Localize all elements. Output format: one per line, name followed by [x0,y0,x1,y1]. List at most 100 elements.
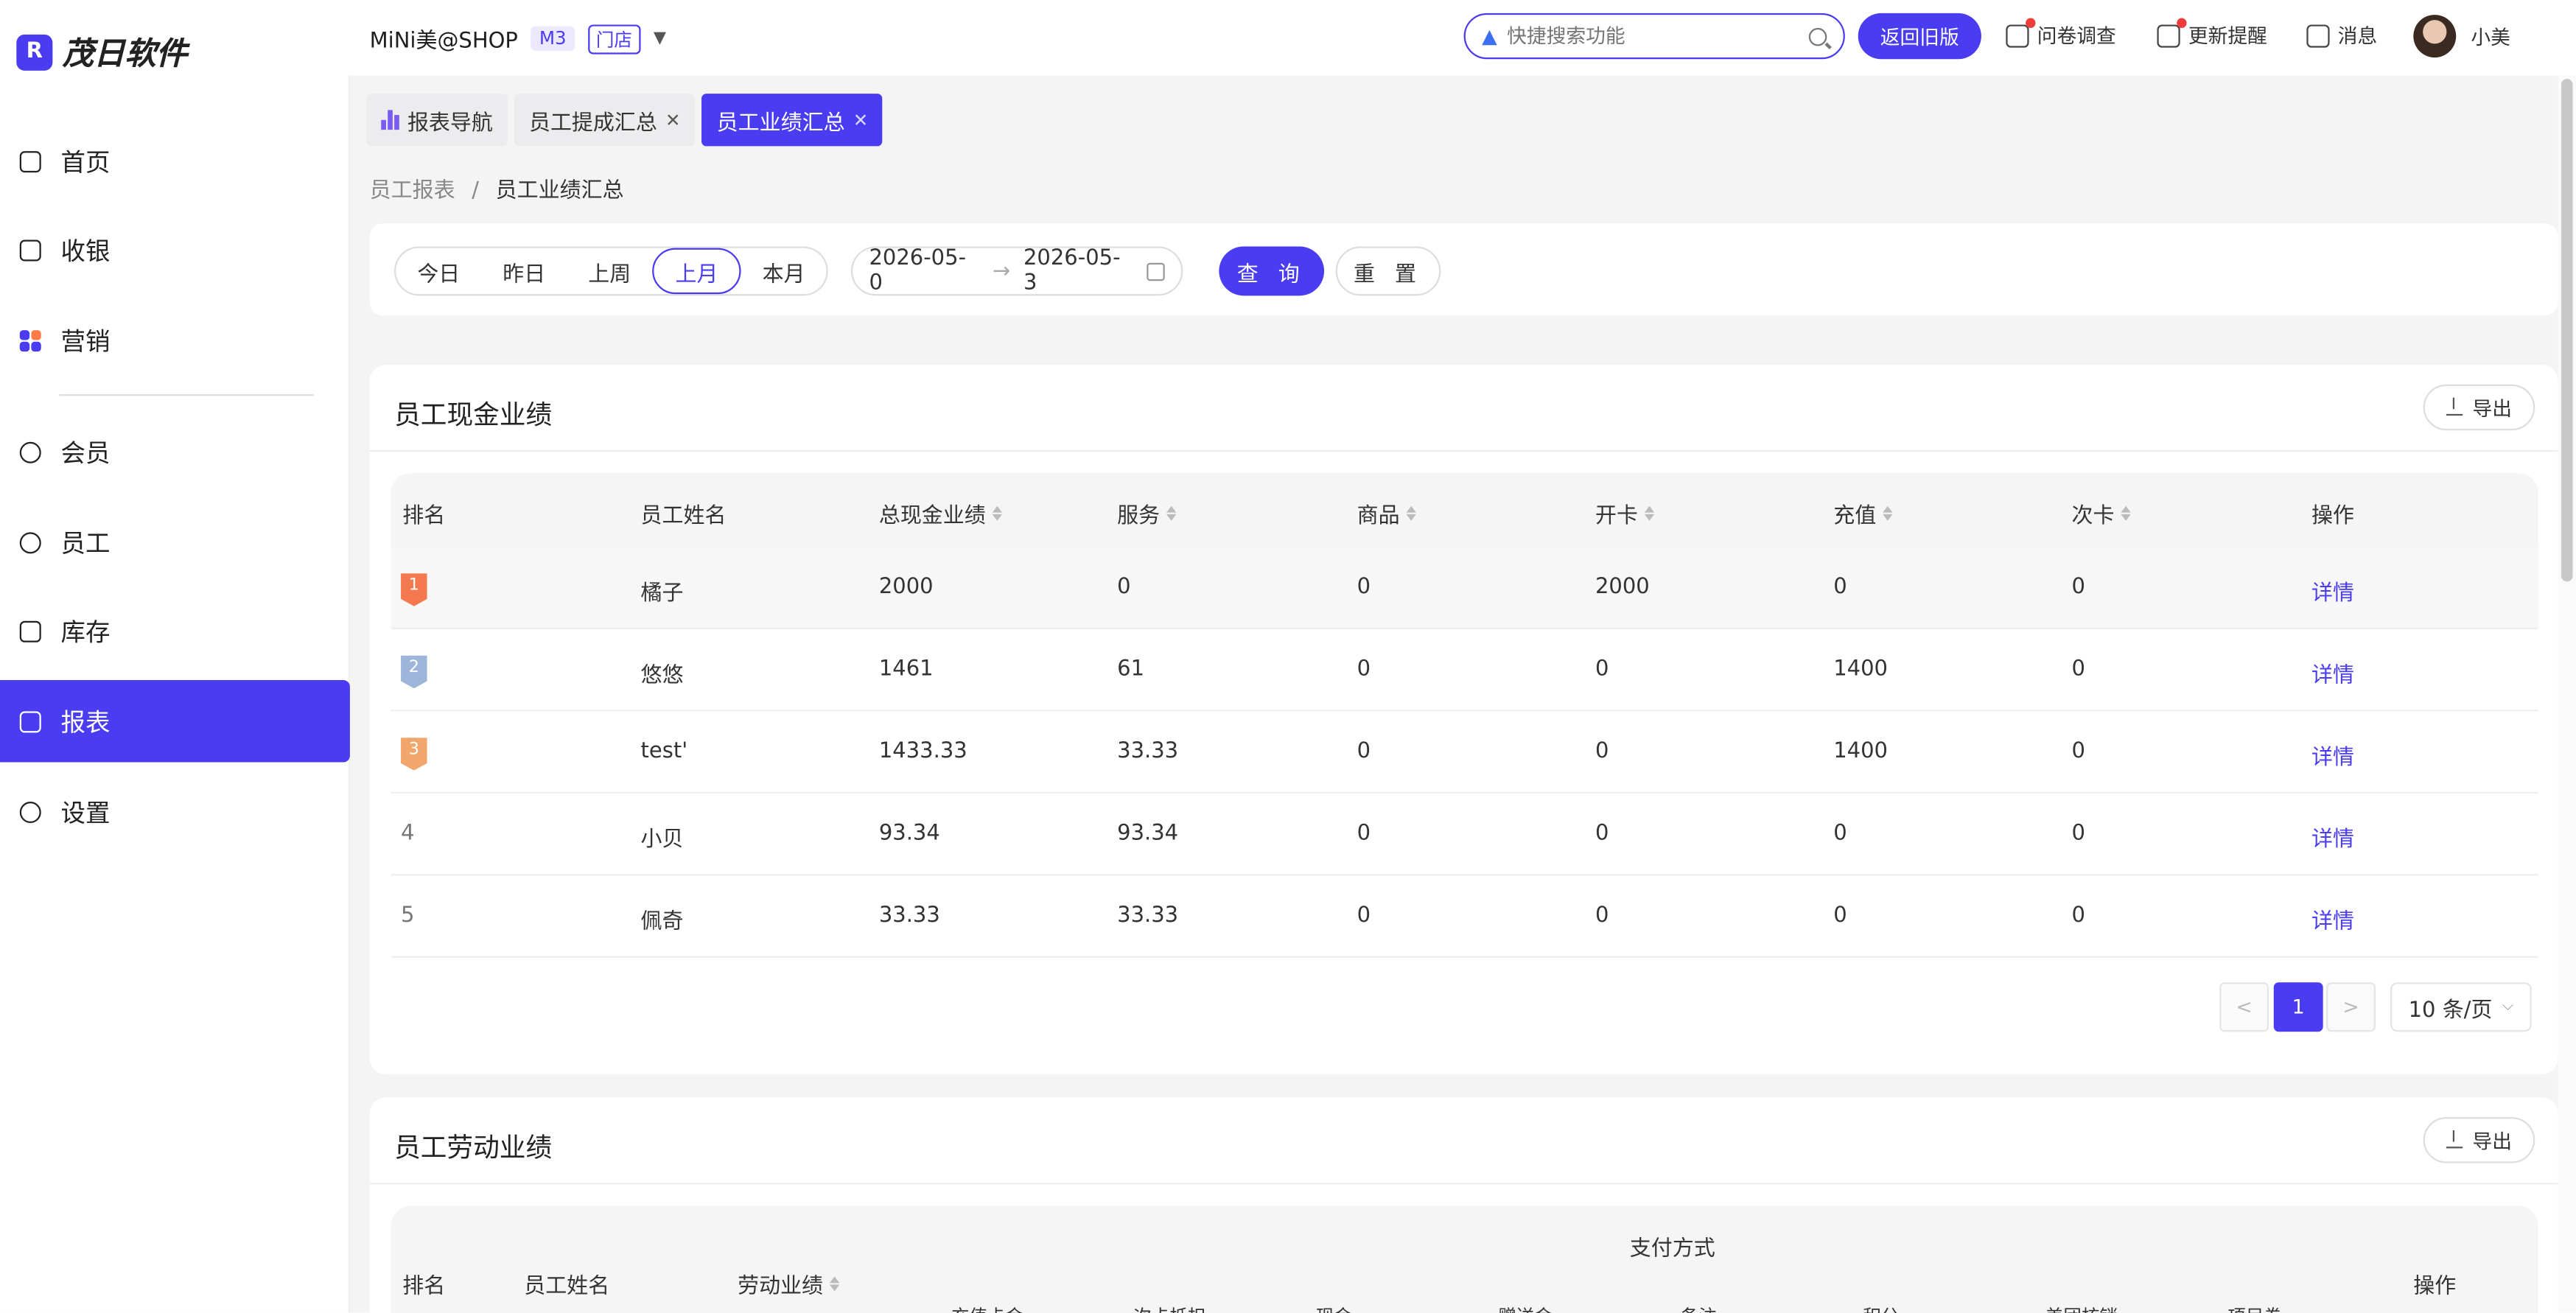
cell-total: 1461 [878,656,934,682]
page-number-button[interactable]: 1 [2273,982,2323,1032]
sort-icon[interactable] [1883,505,1893,521]
chart-icon [19,710,41,732]
next-page-button[interactable]: > [2326,982,2376,1032]
period-last-month[interactable]: 上月 [652,248,741,295]
tab-report-nav[interactable]: 报表导航 [366,94,508,147]
sub-column-header: 赠送金 [1498,1303,1553,1313]
date-range-picker[interactable]: 2026-05-0 → 2026-05-3 [850,246,1183,296]
sidebar-item-settings[interactable]: 设置 [0,771,350,852]
ai-logo-icon: ▲ [1482,24,1497,48]
table-header: 排名 员工姓名 劳动业绩 支付方式 操作 充值卡金 次卡抵扣 现金 赠送金 备注… [391,1205,2538,1313]
sort-icon[interactable] [1406,505,1416,521]
column-header-sortable[interactable]: 商品 [1357,498,1416,529]
cell-goods: 0 [1357,575,1371,600]
column-header-sortable[interactable]: 次卡 [2072,498,2131,529]
bar-chart-icon [381,110,399,130]
cell-card-open: 0 [1595,656,1609,682]
cell-times-card: 0 [2071,575,2085,600]
caret-down-icon[interactable]: ▼ [654,29,666,48]
breadcrumb-current: 员工业绩汇总 [495,179,624,204]
date-end[interactable]: 2026-05-3 [1023,246,1134,295]
sort-icon[interactable] [992,505,1003,521]
column-header-sortable[interactable]: 开卡 [1595,498,1655,529]
tab-staff-performance[interactable]: 员工业绩汇总 ✕ [701,94,883,147]
cell-service: 33.33 [1117,739,1179,764]
tab-label: 员工提成汇总 [528,111,657,136]
search-icon[interactable] [1808,27,1827,46]
sidebar-item-marketing[interactable]: 营销 [0,299,350,381]
period-this-month[interactable]: 本月 [741,248,827,294]
search-input[interactable] [1507,24,1799,48]
export-label: 导出 [2472,1129,2513,1153]
sub-column-header: 充值卡金 [951,1303,1023,1313]
sidebar-item-home[interactable]: 首页 [0,120,350,202]
sidebar-item-reports[interactable]: 报表 [0,680,350,763]
cell-goods: 0 [1357,656,1371,682]
survey-link[interactable]: 问卷调查 [2006,17,2116,49]
cell-card-open: 2000 [1595,575,1650,600]
cash-performance-card: 员工现金业绩 导出 排名 员工姓名 总现金业绩 服务 商品 开卡 充值 次卡 操… [369,364,2558,1075]
detail-link[interactable]: 详情 [2311,822,2354,852]
sidebar-item-inventory[interactable]: 库存 [0,589,350,671]
detail-link[interactable]: 详情 [2311,575,2354,606]
cell-total: 93.34 [878,821,940,847]
column-header: 员工姓名 [524,1275,610,1300]
period-yesterday[interactable]: 昨日 [481,248,567,294]
page-size-select[interactable]: 10 条/页 ⌵ [2390,982,2532,1032]
breadcrumb-parent[interactable]: 员工报表 [370,179,455,203]
shop-switcher[interactable]: MiNi美@SHOP M3 门店 ▼ [369,23,666,55]
close-icon[interactable]: ✕ [853,109,869,130]
close-icon[interactable]: ✕ [665,109,681,130]
sidebar-item-staff[interactable]: 员工 [0,501,350,583]
logo-mark: R [16,33,53,70]
export-button[interactable]: 导出 [2423,1117,2535,1163]
table-row: 5 佩奇 33.33 33.33 0 0 0 0 详情 [391,875,2538,958]
scrollbar-thumb[interactable] [2561,79,2573,582]
detail-link[interactable]: 详情 [2311,903,2354,934]
column-header-sortable[interactable]: 劳动业绩 [738,1268,840,1300]
user-name: 小美 [2471,25,2510,49]
cell-goods: 0 [1357,821,1371,847]
column-header-sortable[interactable]: 充值 [1833,498,1893,529]
update-reminder-link[interactable]: 更新提醒 [2157,17,2267,49]
column-header-sortable[interactable]: 总现金业绩 [879,498,1003,529]
detail-link[interactable]: 详情 [2311,739,2354,770]
sort-icon[interactable] [1166,505,1177,521]
column-header-sortable[interactable]: 服务 [1117,498,1177,529]
query-button[interactable]: 查 询 [1219,246,1325,296]
sidebar-item-members[interactable]: 会员 [0,410,350,492]
page-scrollbar[interactable] [2558,75,2576,1313]
prev-page-button[interactable]: < [2219,982,2269,1032]
shop-name: MiNi美@SHOP [369,29,518,55]
top-bar: R 茂日软件 MiNi美@SHOP M3 门店 ▼ ▲ 返回旧版 问卷调查 更新… [0,0,2576,76]
cell-service: 33.33 [1117,903,1179,928]
back-to-old-version-button[interactable]: 返回旧版 [1858,13,1981,60]
cell-recharge: 1400 [1833,739,1889,764]
messages-link[interactable]: 消息 [2306,21,2377,49]
period-last-week[interactable]: 上周 [567,248,652,294]
date-start[interactable]: 2026-05-0 [869,246,979,295]
sort-icon[interactable] [829,1276,840,1292]
cell-times-card: 0 [2071,903,2085,928]
quick-search[interactable]: ▲ [1463,13,1845,60]
reset-button[interactable]: 重 置 [1335,246,1441,296]
sort-icon[interactable] [2121,505,2131,521]
tab-staff-commission[interactable]: 员工提成汇总 ✕ [514,94,696,147]
table-header: 排名 员工姓名 总现金业绩 服务 商品 开卡 充值 次卡 操作 [391,473,2538,547]
sidebar-item-cashier[interactable]: 收银 [0,209,350,290]
cell-card-open: 0 [1595,739,1609,764]
rank-badge: 1 [401,573,427,606]
sort-icon[interactable] [1644,505,1655,521]
user-menu[interactable]: 小美 [2413,15,2510,58]
calendar-icon [1147,262,1165,281]
export-button[interactable]: 导出 [2423,384,2535,431]
brand-logo[interactable]: R 茂日软件 [16,29,187,74]
period-today[interactable]: 今日 [396,248,481,294]
cell-service: 0 [1117,575,1131,600]
detail-link[interactable]: 详情 [2311,657,2354,688]
cell-recharge: 0 [1833,903,1847,928]
update-label: 更新提醒 [2188,24,2267,48]
cell-name: 橘子 [640,581,684,606]
download-icon [2446,397,2463,416]
sub-column-header: 次卡抵扣 [1133,1303,1205,1313]
